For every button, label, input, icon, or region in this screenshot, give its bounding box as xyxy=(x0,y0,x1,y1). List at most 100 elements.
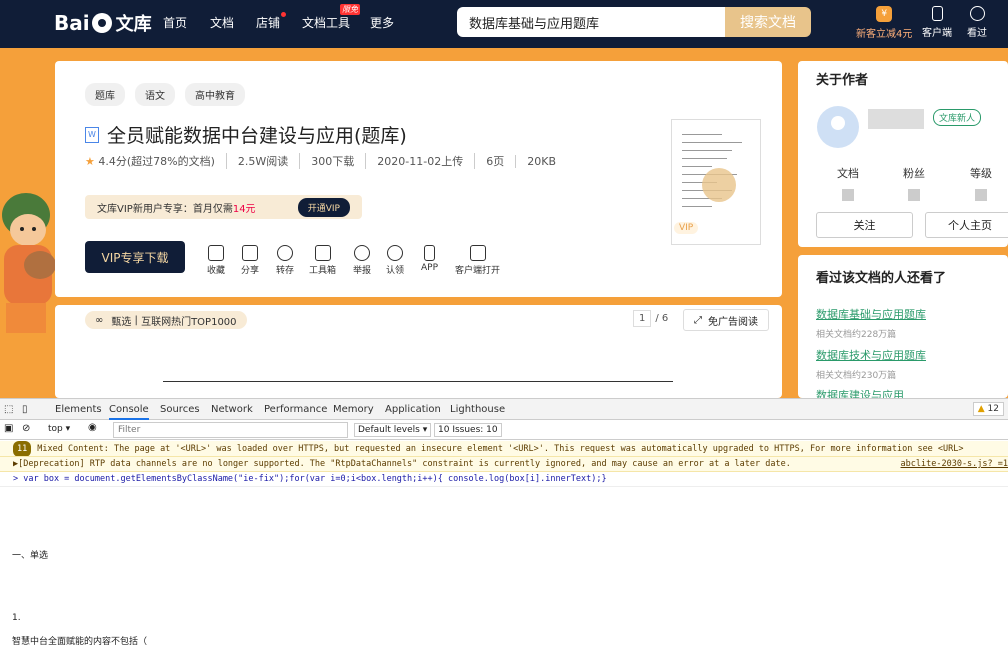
divider xyxy=(163,381,673,382)
phone-icon xyxy=(424,245,435,261)
eye-icon[interactable]: ◉ xyxy=(88,422,97,433)
file-size: 20KB xyxy=(515,154,567,168)
report-action[interactable]: 举报 xyxy=(353,245,371,276)
rating: ★ 4.4分(超过78%的文档) xyxy=(85,155,215,168)
tag-question-bank[interactable]: 题库 xyxy=(85,83,125,106)
share-action[interactable]: 分享 xyxy=(241,245,259,276)
app-action[interactable]: APP xyxy=(421,245,438,273)
page-indicator: 1/ 6 xyxy=(633,310,668,327)
client-app[interactable]: 客户端 xyxy=(922,6,952,39)
recommend-heading: 看过该文档的人还看了 xyxy=(816,271,947,286)
author-panel: 关于作者 文库新人 文档 粉丝 等级 关注 个人主页 xyxy=(798,61,1008,247)
search-input[interactable] xyxy=(457,7,726,37)
console-warning: 11 Mixed Content: The page at '<URL>' was… xyxy=(0,441,1008,457)
clock-icon xyxy=(969,6,985,21)
infinity-icon: ∞ xyxy=(95,314,104,326)
console-toolbar: ▣ ⊘ top ▾ ◉ Default levels ▾ 10 Issues: … xyxy=(0,420,1008,440)
recommend-link[interactable]: 数据库技术与应用题库 xyxy=(816,349,926,362)
star-outline-icon xyxy=(208,245,224,261)
inspect-icon[interactable]: ⬚ xyxy=(4,404,13,415)
page-count: 6页 xyxy=(474,153,515,169)
star-icon: ★ xyxy=(85,155,95,168)
console-input[interactable]: > var box = document.getElementsByClassN… xyxy=(0,472,1008,487)
new-author-badge: 文库新人 xyxy=(933,109,982,126)
ad-free-read-button[interactable]: ⤢ 免广告阅读 xyxy=(683,309,769,331)
follow-button[interactable]: 关注 xyxy=(816,212,913,238)
tab-application[interactable]: Application xyxy=(385,404,441,415)
stat-level: 等级 xyxy=(961,165,1001,201)
download-count: 300下载 xyxy=(299,153,365,169)
toolbox-icon xyxy=(314,245,331,261)
devtools-tabbar: ⬚ ▯ Elements Console Sources Network Per… xyxy=(0,398,1008,420)
upload-date: 2020-11-02上传 xyxy=(365,153,474,169)
vip-download-button[interactable]: VIP专享下载 xyxy=(85,241,185,273)
copyright-icon xyxy=(387,245,403,261)
baidu-wenku-logo[interactable]: Bai 文库 xyxy=(54,8,152,38)
tab-network[interactable]: Network xyxy=(211,404,253,415)
tab-sources[interactable]: Sources xyxy=(160,404,200,415)
paw-icon xyxy=(91,13,112,33)
log-levels-select[interactable]: Default levels ▾ xyxy=(354,423,432,437)
document-info-card: 题库 语文 高中教育 W 全员赋能数据中台建设与应用(题库) ★ 4.4分(超过7… xyxy=(55,61,782,297)
monitor-icon xyxy=(469,245,486,261)
document-meta: ★ 4.4分(超过78%的文档) 2.5W阅读 300下载 2020-11-02… xyxy=(85,153,567,169)
vip-price: 14元 xyxy=(232,203,256,215)
source-link[interactable]: abclite-2030-s.js?_=1 xyxy=(894,457,1008,471)
nav-doc-tools[interactable]: 文档工具 限免 xyxy=(302,4,361,31)
top-navigation-bar: Bai文库 首页 文档 店铺 文档工具限免 更多 搜索文档 ¥新客立减4元 客户… xyxy=(0,0,1008,48)
open-vip-button[interactable]: 开通VIP xyxy=(297,198,350,217)
console-output-line: 一、单选 xyxy=(12,551,49,561)
nav-home[interactable]: 首页 xyxy=(163,14,187,31)
expand-icon xyxy=(702,168,736,202)
clear-console-icon[interactable]: ⊘ xyxy=(22,423,30,434)
vip-promo-bar: 文库VIP新用户专享：首月仅需 14元 开通VIP xyxy=(85,195,362,219)
favorite-action[interactable]: 收藏 xyxy=(207,245,225,276)
open-in-client-action[interactable]: 客户端打开 xyxy=(455,245,500,276)
tab-memory[interactable]: Memory xyxy=(333,404,374,415)
expand-icon: ⤢ xyxy=(694,314,702,326)
phone-icon xyxy=(931,6,943,21)
featured-badge: ∞ 甄选 | 互联网热门TOP1000 xyxy=(85,311,247,329)
tab-performance[interactable]: Performance xyxy=(264,404,327,415)
context-select[interactable]: top ▾ xyxy=(48,424,70,434)
avatar[interactable] xyxy=(817,106,859,148)
device-toolbar-icon[interactable]: ▯ xyxy=(22,404,28,415)
console-output-line: 智慧中台全面赋能的内容不包括（ xyxy=(12,637,148,647)
filter-input[interactable] xyxy=(113,422,348,438)
stat-docs: 文档 xyxy=(828,165,868,201)
tab-elements[interactable]: Elements xyxy=(55,404,102,415)
tab-lighthouse[interactable]: Lighthouse xyxy=(450,404,505,415)
nav-more[interactable]: 更多 xyxy=(370,14,394,31)
recommend-link[interactable]: 数据库基础与应用题库 xyxy=(816,308,926,321)
mascot-illustration xyxy=(2,193,56,333)
save-icon xyxy=(277,245,293,261)
new-user-discount[interactable]: ¥ 新客立减4元 xyxy=(856,6,912,40)
read-count: 2.5W阅读 xyxy=(225,153,299,169)
tag-high-school[interactable]: 高中教育 xyxy=(185,83,245,106)
nav-shop[interactable]: 店铺 xyxy=(256,12,287,31)
search-button[interactable]: 搜索文档 xyxy=(725,7,811,37)
issues-button[interactable]: 10 Issues: 10 xyxy=(434,423,502,437)
issues-counter[interactable]: ▲ 12 xyxy=(972,402,1004,416)
sidebar-toggle-icon[interactable]: ▣ xyxy=(4,423,13,434)
toolbox-action[interactable]: 工具箱 xyxy=(309,245,336,276)
tag-chinese[interactable]: 语文 xyxy=(135,83,175,106)
recommend-panel: 看过该文档的人还看了 数据库基础与应用题库 相关文档约228万篇 数据库技术与应用… xyxy=(798,255,1008,402)
homepage-button[interactable]: 个人主页 xyxy=(925,212,1008,238)
recommend-item: 数据库基础与应用题库 相关文档约228万篇 xyxy=(816,308,926,340)
tab-console[interactable]: Console xyxy=(109,404,149,420)
claim-action[interactable]: 认领 xyxy=(386,245,404,276)
nav-docs[interactable]: 文档 xyxy=(210,14,234,31)
word-doc-icon: W xyxy=(85,126,99,143)
vip-badge: VIP xyxy=(674,222,699,234)
document-thumbnail[interactable]: VIP xyxy=(671,119,761,245)
stat-fans: 粉丝 xyxy=(894,165,934,201)
recommend-item: 数据库技术与应用题库 相关文档约230万篇 xyxy=(816,349,926,381)
reader-area: ∞ 甄选 | 互联网热门TOP1000 1/ 6 ⤢ 免广告阅读 xyxy=(55,305,782,398)
console-output-line: 1. xyxy=(12,613,21,623)
author-name-blurred xyxy=(868,109,924,129)
console-warning: ▶[Deprecation] RTP data channels are no … xyxy=(0,457,1008,472)
save-action[interactable]: 转存 xyxy=(276,245,294,276)
current-page[interactable]: 1 xyxy=(633,310,652,327)
history[interactable]: 看过 xyxy=(967,6,987,39)
